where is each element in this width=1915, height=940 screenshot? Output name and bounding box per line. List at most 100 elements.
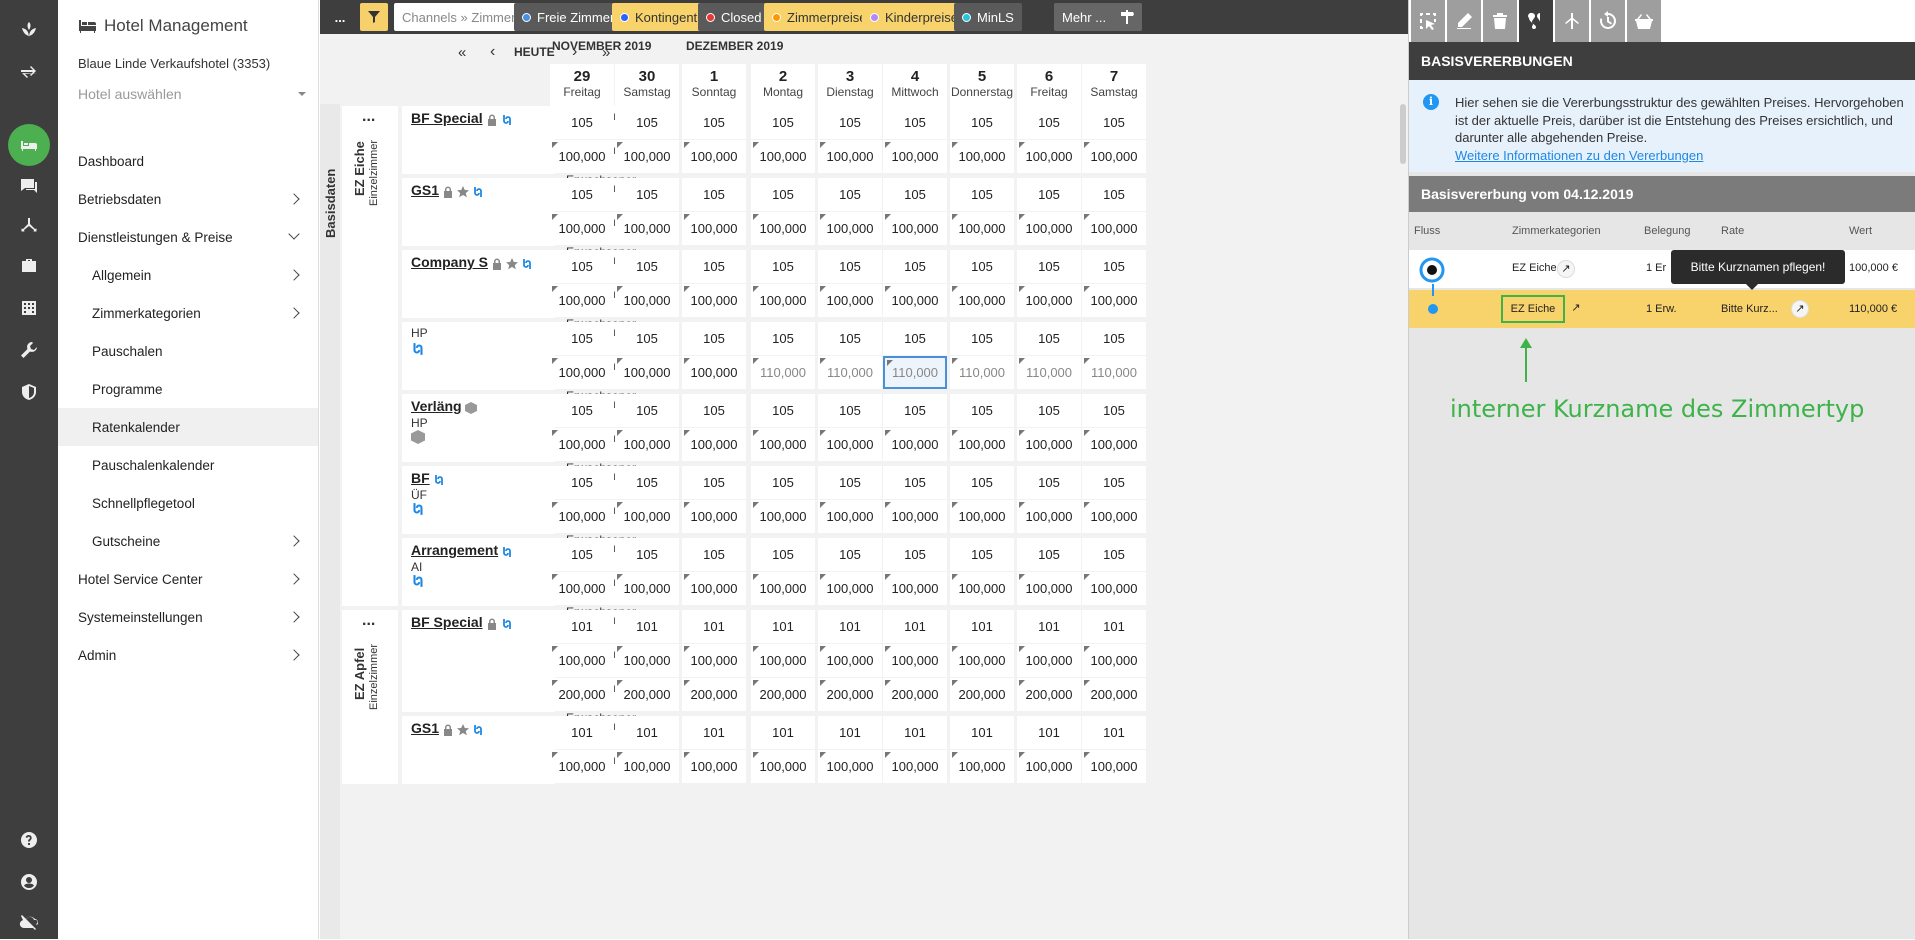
price-cell[interactable]: 100,000 [950, 750, 1014, 783]
kontingent-cell[interactable]: 105 [1082, 106, 1146, 139]
kontingent-cell[interactable]: 101 [615, 610, 679, 643]
panel-tab-trash[interactable] [1483, 0, 1517, 42]
nav-item-ratenkalender[interactable]: Ratenkalender [58, 408, 318, 446]
kontingent-cell[interactable]: 105 [1017, 466, 1081, 499]
building-icon[interactable] [0, 290, 58, 326]
kontingent-cell[interactable]: 105 [883, 178, 947, 211]
mehr-button[interactable]: Mehr ... [1054, 3, 1115, 31]
price-cell[interactable]: 100,000 [550, 284, 614, 317]
day-header[interactable]: 30 Samstag [615, 64, 679, 110]
group-menu-button[interactable]: ... [362, 612, 375, 630]
nav-item-betriebsdaten[interactable]: Betriebsdaten [58, 180, 318, 218]
kontingent-cell[interactable]: 101 [682, 610, 746, 643]
price-cell[interactable]: 100,000 [1082, 428, 1146, 461]
kontingent-cell[interactable]: 105 [550, 250, 614, 283]
kontingent-cell[interactable]: 105 [883, 538, 947, 571]
kontingent-cell[interactable]: 105 [818, 466, 882, 499]
price-cell[interactable]: 100,000 [883, 284, 947, 317]
price-cell[interactable]: 100,000 [1082, 500, 1146, 533]
price-cell[interactable]: 100,000 [682, 356, 746, 389]
price-cell[interactable]: 100,000 [550, 212, 614, 245]
day-header[interactable]: 1 Sonntag [682, 64, 746, 110]
nav-item-admin[interactable]: Admin [58, 636, 318, 674]
kontingent-cell[interactable]: 105 [682, 250, 746, 283]
kontingent-cell[interactable]: 105 [751, 106, 815, 139]
kontingent-cell[interactable]: 105 [883, 466, 947, 499]
day-header[interactable]: 5 Donnerstag [950, 64, 1014, 110]
logo-icon[interactable] [0, 12, 58, 48]
kontingent-cell[interactable]: 101 [950, 610, 1014, 643]
kontingent-cell[interactable]: 105 [550, 394, 614, 427]
kontingent-cell[interactable]: 105 [883, 322, 947, 355]
kontingent-cell[interactable]: 105 [883, 250, 947, 283]
first-page-button[interactable]: « [458, 44, 466, 61]
price-cell[interactable]: 100,000 [550, 572, 614, 605]
kontingent-cell[interactable]: 105 [1017, 538, 1081, 571]
price-cell[interactable]: 100,000 [1082, 140, 1146, 173]
kontingent-cell[interactable]: 105 [883, 394, 947, 427]
briefcase-icon[interactable] [0, 248, 58, 284]
nav-item-programme[interactable]: Programme [58, 370, 318, 408]
kontingent-cell[interactable]: 105 [615, 178, 679, 211]
price-cell[interactable]: 100,000 [751, 284, 815, 317]
kontingent-cell[interactable]: 101 [1082, 610, 1146, 643]
price-cell[interactable]: 100,000 [950, 284, 1014, 317]
filter-button[interactable] [360, 3, 388, 31]
price-cell[interactable]: 100,000 [682, 140, 746, 173]
panel-tab-history[interactable] [1591, 0, 1625, 42]
price-cell[interactable]: 100,000 [751, 212, 815, 245]
product-name[interactable]: BF [411, 470, 445, 486]
day-header[interactable]: 29 Freitag [550, 64, 614, 110]
product-cell[interactable]: GS1 [402, 716, 555, 784]
kontingent-cell[interactable]: 105 [950, 538, 1014, 571]
kontingent-cell[interactable]: 101 [682, 716, 746, 749]
today-button[interactable]: HEUTE [514, 45, 555, 59]
kontingent-cell[interactable]: 105 [1017, 178, 1081, 211]
price-cell[interactable]: 100,000 [883, 428, 947, 461]
kontingent-cell[interactable]: 105 [818, 178, 882, 211]
price-cell[interactable]: 100,000 [751, 500, 815, 533]
price-cell[interactable]: 100,000 [818, 212, 882, 245]
filter-chip-zimmerpreise[interactable]: Zimmerpreise [764, 3, 875, 31]
kontingent-cell[interactable]: 101 [1017, 610, 1081, 643]
price-cell[interactable]: 110,000 [883, 356, 947, 389]
price-cell[interactable]: 100,000 [682, 284, 746, 317]
price-cell[interactable]: 100,000 [615, 500, 679, 533]
chat-icon[interactable] [0, 168, 58, 204]
kontingent-cell[interactable]: 101 [818, 716, 882, 749]
kontingent-cell[interactable]: 101 [1082, 716, 1146, 749]
kontingent-cell[interactable]: 105 [550, 538, 614, 571]
price-cell[interactable]: 100,000 [818, 500, 882, 533]
price-cell[interactable]: 200,000 [950, 678, 1014, 711]
product-name[interactable]: Company S [411, 254, 533, 271]
kontingent-cell[interactable]: 105 [1017, 394, 1081, 427]
kontingent-cell[interactable]: 105 [950, 322, 1014, 355]
kontingent-cell[interactable]: 105 [950, 394, 1014, 427]
price-cell[interactable]: 100,000 [751, 140, 815, 173]
product-cell[interactable]: GS1 [402, 178, 555, 246]
price-cell[interactable]: 100,000 [550, 750, 614, 783]
price-cell[interactable]: 200,000 [550, 678, 614, 711]
price-cell[interactable]: 100,000 [615, 644, 679, 677]
price-cell[interactable]: 100,000 [1082, 572, 1146, 605]
cloud-off-icon[interactable] [0, 904, 58, 940]
kontingent-cell[interactable]: 101 [883, 716, 947, 749]
day-header[interactable]: 4 Mittwoch [883, 64, 947, 110]
kontingent-cell[interactable]: 105 [1082, 250, 1146, 283]
more-dots-button[interactable]: ... [328, 3, 352, 31]
kontingent-cell[interactable]: 105 [751, 538, 815, 571]
price-cell[interactable]: 200,000 [751, 678, 815, 711]
kontingent-cell[interactable]: 105 [751, 322, 815, 355]
price-cell[interactable]: 110,000 [950, 356, 1014, 389]
kontingent-cell[interactable]: 105 [615, 322, 679, 355]
filter-chip-freie-zimmer[interactable]: Freie Zimmer [514, 3, 623, 31]
filter-chip-kontingent[interactable]: Kontingent [612, 3, 706, 31]
product-name[interactable]: GS1 [411, 182, 484, 199]
nav-item-zimmerkategorien[interactable]: Zimmerkategorien [58, 294, 318, 332]
nav-item-pauschalenkalender[interactable]: Pauschalenkalender [58, 446, 318, 484]
kontingent-cell[interactable]: 105 [818, 322, 882, 355]
day-header[interactable]: 2 Montag [751, 64, 815, 110]
price-cell[interactable]: 100,000 [1017, 572, 1081, 605]
group-menu-button[interactable]: ... [362, 108, 375, 126]
price-cell[interactable]: 100,000 [550, 140, 614, 173]
